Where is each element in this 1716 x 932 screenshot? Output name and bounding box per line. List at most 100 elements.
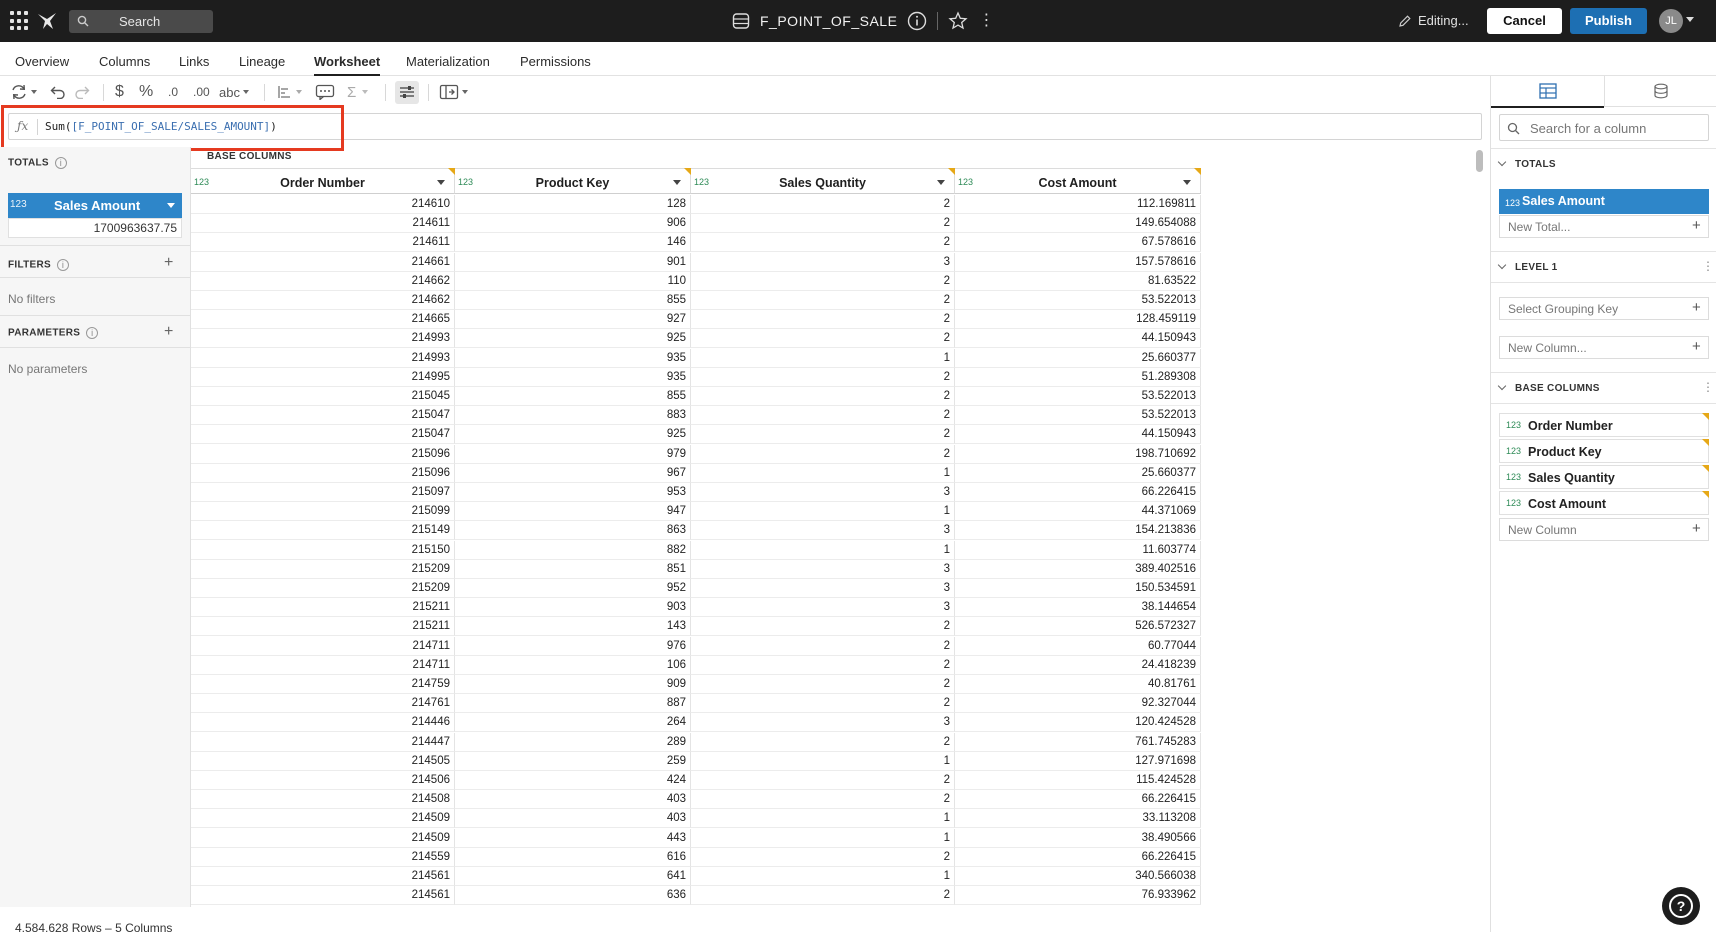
more-icon[interactable]: ⋮: [1702, 260, 1714, 272]
table-cell[interactable]: 154.213836: [955, 521, 1201, 541]
table-cell[interactable]: 887: [455, 694, 691, 714]
table-cell[interactable]: 214559: [191, 847, 455, 867]
table-cell[interactable]: 851: [455, 559, 691, 579]
total-sales-amount[interactable]: 123 Sales Amount: [8, 193, 182, 218]
table-cell[interactable]: 110: [455, 271, 691, 291]
table-cell[interactable]: 3: [691, 559, 955, 579]
table-cell[interactable]: 215099: [191, 502, 455, 522]
table-cell[interactable]: 761.745283: [955, 732, 1201, 752]
table-cell[interactable]: 3: [691, 521, 955, 541]
table-cell[interactable]: 25.660377: [955, 463, 1201, 483]
table-cell[interactable]: 2: [691, 271, 955, 291]
table-cell[interactable]: 76.933962: [955, 886, 1201, 906]
table-cell[interactable]: 24.418239: [955, 655, 1201, 675]
table-cell[interactable]: 215045: [191, 387, 455, 406]
new-level-column-input[interactable]: New Column... +: [1499, 336, 1709, 359]
table-cell[interactable]: 51.289308: [955, 367, 1201, 387]
table-cell[interactable]: 2: [691, 732, 955, 752]
table-cell[interactable]: 214661: [191, 252, 455, 272]
chevron-down-icon[interactable]: [437, 180, 445, 185]
base-column-order-number[interactable]: 123 Order Number: [1499, 413, 1709, 437]
table-cell[interactable]: 925: [455, 329, 691, 349]
info-icon[interactable]: i: [54, 157, 67, 169]
table-cell[interactable]: 40.81761: [955, 675, 1201, 694]
table-cell[interactable]: 901: [455, 252, 691, 272]
table-cell[interactable]: 44.150943: [955, 329, 1201, 349]
tab-columns[interactable]: Columns: [99, 54, 150, 69]
column-header[interactable]: 123 Cost Amount: [955, 168, 1201, 194]
table-cell[interactable]: 883: [455, 406, 691, 426]
table-cell[interactable]: 403: [455, 790, 691, 810]
table-cell[interactable]: 214662: [191, 291, 455, 310]
table-cell[interactable]: 106: [455, 655, 691, 675]
table-cell[interactable]: 403: [455, 809, 691, 829]
table-cell[interactable]: 2: [691, 886, 955, 906]
logo-icon[interactable]: [36, 10, 58, 32]
column-header[interactable]: 123 Sales Quantity: [691, 168, 955, 194]
table-cell[interactable]: 215209: [191, 579, 455, 598]
plus-icon[interactable]: +: [1692, 218, 1701, 234]
table-cell[interactable]: 214561: [191, 867, 455, 886]
table-cell[interactable]: 214665: [191, 310, 455, 330]
table-cell[interactable]: 2: [691, 847, 955, 867]
table-cell[interactable]: 289: [455, 732, 691, 752]
table-cell[interactable]: 66.226415: [955, 790, 1201, 810]
table-cell[interactable]: 128: [455, 195, 691, 214]
table-cell[interactable]: 2: [691, 771, 955, 790]
table-cell[interactable]: 44.371069: [955, 502, 1201, 522]
more-icon[interactable]: ⋮: [978, 13, 994, 29]
table-cell[interactable]: 2: [691, 195, 955, 214]
app-grid-icon[interactable]: [10, 11, 30, 31]
publish-button[interactable]: Publish: [1570, 8, 1647, 34]
table-cell[interactable]: 60.77044: [955, 636, 1201, 656]
table-cell[interactable]: 25.660377: [955, 348, 1201, 368]
table-cell[interactable]: 215150: [191, 540, 455, 560]
table-cell[interactable]: 424: [455, 771, 691, 790]
table-cell[interactable]: 215097: [191, 483, 455, 502]
table-cell[interactable]: 1: [691, 867, 955, 886]
table-cell[interactable]: 3: [691, 579, 955, 598]
table-cell[interactable]: 146: [455, 233, 691, 253]
table-cell[interactable]: 1: [691, 502, 955, 522]
table-cell[interactable]: 855: [455, 291, 691, 310]
table-cell[interactable]: 53.522013: [955, 406, 1201, 426]
table-cell[interactable]: 389.402516: [955, 559, 1201, 579]
table-cell[interactable]: 215096: [191, 444, 455, 464]
total-chip-sales-amount[interactable]: 123 Sales Amount: [1499, 189, 1709, 214]
table-cell[interactable]: 935: [455, 367, 691, 387]
table-cell[interactable]: 66.226415: [955, 483, 1201, 502]
table-cell[interactable]: 976: [455, 636, 691, 656]
table-cell[interactable]: 925: [455, 425, 691, 445]
column-header[interactable]: 123 Product Key: [455, 168, 691, 194]
tab-lineage[interactable]: Lineage: [239, 54, 285, 69]
table-cell[interactable]: 2: [691, 387, 955, 406]
table-cell[interactable]: 128.459119: [955, 310, 1201, 330]
info-icon[interactable]: [907, 11, 927, 31]
table-cell[interactable]: 38.490566: [955, 828, 1201, 848]
tab-table-view[interactable]: [1491, 76, 1604, 108]
tab-overview[interactable]: Overview: [15, 54, 69, 69]
table-cell[interactable]: 120.424528: [955, 713, 1201, 733]
plus-icon[interactable]: +: [1692, 300, 1701, 316]
table-cell[interactable]: 149.654088: [955, 214, 1201, 234]
chevron-down-icon[interactable]: [673, 180, 681, 185]
table-cell[interactable]: 2: [691, 636, 955, 656]
table-cell[interactable]: 214993: [191, 348, 455, 368]
help-button[interactable]: ?: [1662, 887, 1700, 925]
table-cell[interactable]: 3: [691, 598, 955, 618]
cancel-button[interactable]: Cancel: [1487, 8, 1562, 34]
table-cell[interactable]: 2: [691, 425, 955, 445]
table-cell[interactable]: 53.522013: [955, 387, 1201, 406]
table-cell[interactable]: 38.144654: [955, 598, 1201, 618]
align-left-icon[interactable]: [277, 82, 302, 102]
search-box[interactable]: Search: [69, 10, 213, 33]
table-cell[interactable]: 66.226415: [955, 847, 1201, 867]
plus-icon[interactable]: +: [1692, 339, 1701, 355]
table-cell[interactable]: 214995: [191, 367, 455, 387]
chevron-down-icon[interactable]: [167, 203, 175, 208]
column-header[interactable]: 123 Order Number: [191, 168, 455, 194]
table-cell[interactable]: 906: [455, 214, 691, 234]
base-columns-section-header[interactable]: BASE COLUMNS: [1497, 381, 1600, 394]
table-cell[interactable]: 1: [691, 828, 955, 848]
table-cell[interactable]: 259: [455, 751, 691, 771]
